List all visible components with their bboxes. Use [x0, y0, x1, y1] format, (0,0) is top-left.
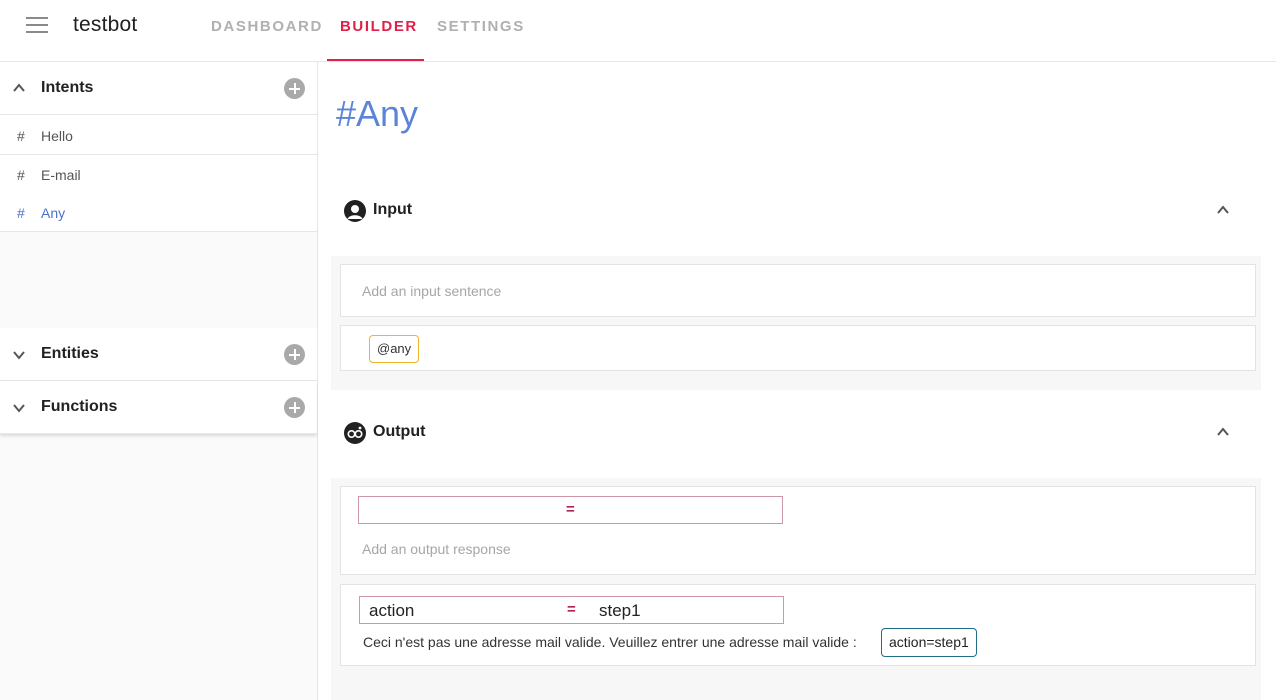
- input-sentence-field[interactable]: Add an input sentence: [340, 264, 1256, 317]
- intent-item-hello[interactable]: # Hello: [0, 116, 317, 155]
- entities-title: Entities: [41, 345, 99, 362]
- tab-dashboard[interactable]: DASHBOARD: [211, 18, 323, 35]
- page-title: #Any: [336, 93, 419, 134]
- chevron-up-icon[interactable]: [1216, 425, 1230, 439]
- entity-chip[interactable]: @any: [369, 335, 420, 363]
- new-output-response: = Add an output response: [340, 486, 1256, 575]
- output-section-header[interactable]: Output: [338, 413, 1256, 453]
- active-tab-indicator: [327, 59, 424, 61]
- entities-header[interactable]: Entities: [0, 328, 317, 381]
- add-intent-icon[interactable]: [284, 78, 305, 99]
- chevron-up-icon[interactable]: [12, 81, 26, 95]
- tab-builder[interactable]: BUILDER: [340, 18, 418, 35]
- app-title: testbot: [73, 13, 138, 36]
- main-content: #Any Input Add an input sentence @any Ou…: [318, 62, 1276, 700]
- hamburger-menu-icon[interactable]: [26, 17, 48, 35]
- hash-icon: #: [17, 205, 25, 221]
- chevron-down-icon[interactable]: [12, 348, 26, 362]
- top-app-bar: testbot DASHBOARD BUILDER SETTINGS: [0, 0, 1276, 62]
- input-section-header[interactable]: Input: [338, 191, 1256, 231]
- user-icon: [344, 200, 366, 222]
- functions-header[interactable]: Functions: [0, 381, 317, 434]
- output-response-row: action = step1 Ceci n'est pas une adress…: [340, 584, 1256, 666]
- intents-header[interactable]: Intents: [0, 62, 317, 115]
- input-section-title: Input: [373, 201, 413, 218]
- key-value-input[interactable]: =: [358, 496, 783, 524]
- intents-panel: Intents # Hello # E-mail # Any: [0, 62, 317, 232]
- tab-settings[interactable]: SETTINGS: [437, 18, 525, 35]
- hash-icon: #: [17, 128, 25, 144]
- functions-title: Functions: [41, 398, 118, 415]
- intent-item-any[interactable]: # Any: [0, 193, 317, 232]
- bot-icon: [344, 422, 366, 444]
- intent-label: Hello: [41, 128, 73, 144]
- output-card-area: = Add an output response action = step1 …: [331, 478, 1261, 700]
- intent-item-email[interactable]: # E-mail: [0, 155, 317, 194]
- chevron-up-icon[interactable]: [1216, 203, 1230, 217]
- intent-label: Any: [41, 205, 66, 221]
- action-chip[interactable]: action=step1: [881, 628, 977, 657]
- add-function-icon[interactable]: [284, 397, 305, 418]
- action-value[interactable]: step1: [599, 601, 641, 621]
- input-card-area: Add an input sentence @any: [331, 256, 1261, 390]
- equals-sign: =: [566, 501, 575, 518]
- key-value-input[interactable]: action = step1: [359, 596, 784, 624]
- output-section-title: Output: [373, 423, 426, 440]
- intent-label: E-mail: [41, 167, 81, 183]
- intents-title: Intents: [41, 79, 94, 96]
- input-placeholder: Add an input sentence: [362, 283, 502, 299]
- action-key[interactable]: action: [369, 601, 414, 621]
- chevron-down-icon[interactable]: [12, 401, 26, 415]
- add-entity-icon[interactable]: [284, 344, 305, 365]
- hash-icon: #: [17, 167, 25, 183]
- response-text[interactable]: Ceci n'est pas une adresse mail valide. …: [363, 634, 857, 650]
- equals-sign: =: [567, 601, 576, 618]
- input-sentence-row[interactable]: @any: [340, 325, 1256, 371]
- output-placeholder[interactable]: Add an output response: [362, 541, 511, 557]
- sidebar: Intents # Hello # E-mail # Any Entities …: [0, 62, 318, 700]
